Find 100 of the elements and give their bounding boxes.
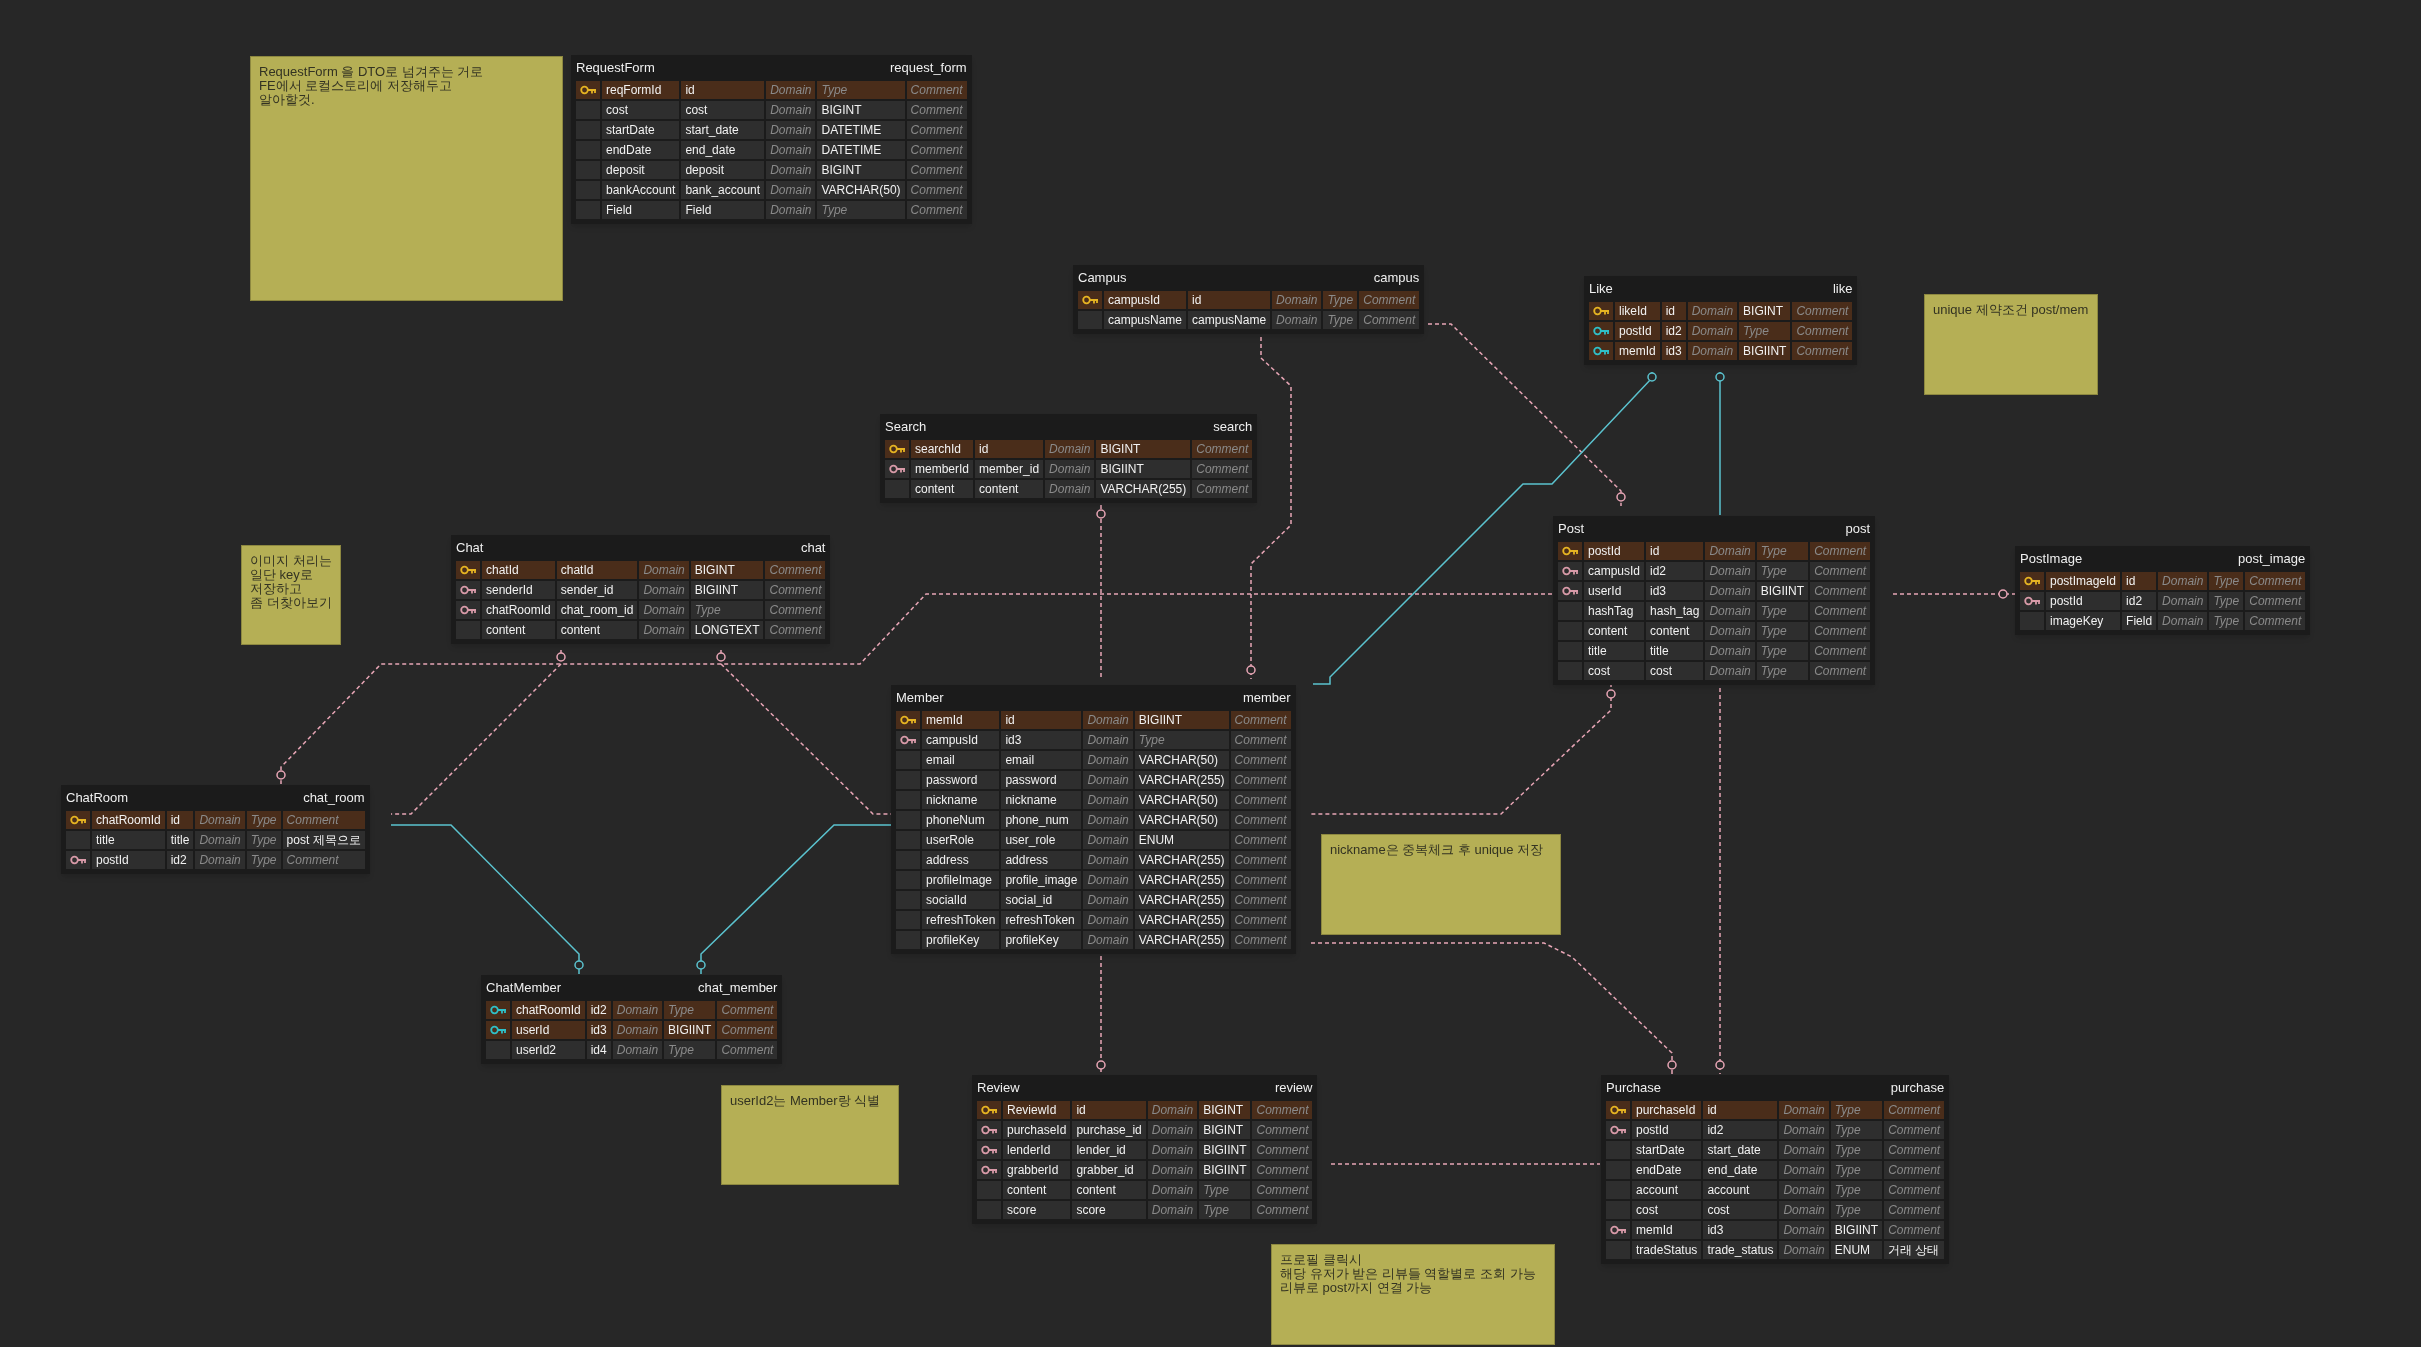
sticky-note[interactable]: 프로필 클릭시 해당 유저가 받은 리뷰들 역할별로 조회 가능 리뷰로 post까지 연결 가능 [1271, 1244, 1555, 1345]
table-cell: Domain [1147, 1161, 1198, 1179]
table-cell: Comment [1192, 460, 1253, 478]
table-cell: Comment [906, 201, 967, 219]
table-cell: BIGIINT [1199, 1141, 1251, 1159]
table-cell: Domain [1083, 831, 1133, 849]
table-cell: Comment [906, 181, 967, 199]
sticky-note[interactable]: unique 제약조건 post/mem [1924, 294, 2098, 395]
table-cell: Domain [1083, 771, 1133, 789]
table-cell: BIGIINT [1739, 342, 1791, 360]
key-icon [888, 464, 906, 474]
entity-table[interactable] [891, 685, 1296, 954]
table-cell: BIGIINT [1134, 711, 1229, 729]
table-cell: chatId [482, 561, 555, 579]
table-cell: Comment [1252, 1201, 1313, 1219]
table-cell: cost [1632, 1201, 1702, 1219]
table-cell: memId [1632, 1221, 1702, 1239]
table-cell: purchaseId [1003, 1121, 1071, 1139]
table-cell: id3 [1661, 342, 1686, 360]
table-cell: Comment [1884, 1101, 1945, 1119]
table-cell: Comment [1252, 1101, 1313, 1119]
table-name: Like [1589, 280, 1613, 299]
table-cell: address [922, 851, 1000, 869]
table-physical-name: like [1832, 280, 1853, 299]
table-cell: likeId [1615, 302, 1660, 320]
table-name: RequestForm [576, 59, 655, 78]
table-cell: Comment [1792, 342, 1853, 360]
table-cell: 거래 상태 [1884, 1241, 1945, 1259]
table-cell: Type [1830, 1101, 1883, 1119]
entity-table[interactable] [972, 1075, 1318, 1224]
table-cell: Comment [1810, 542, 1871, 560]
table-cell: startDate [1632, 1141, 1702, 1159]
table-cell: Type [1756, 642, 1809, 660]
entity-table[interactable]: Like like likeId id Domain BIGINT Comment postId id2 Domain Type Comment memId id3 Domain BIGIINT Comment [1584, 276, 1858, 365]
table-cell: Comment [1792, 302, 1853, 320]
table-cell: Type [1830, 1121, 1883, 1139]
table-cell: Field [602, 201, 680, 219]
sticky-note[interactable]: RequestForm 을 DTO로 넘겨주는 거로 FE에서 로컬스토리에 저장해두고 알아할것. [250, 56, 563, 301]
table-cell: content [911, 480, 974, 498]
table-cell: Comment [1230, 891, 1291, 909]
table-cell: Domain [1083, 851, 1133, 869]
table-cell: Domain [1705, 642, 1755, 660]
table-cell: Type [2209, 572, 2244, 590]
entity-table[interactable]: ChatRoom chat_room chatRoomId id Domain Type Comment title title Domain Type post 제목으로 postId id2 Domain Type Comment [61, 785, 370, 874]
table-cell: Type [1756, 602, 1809, 620]
table-cell: Comment [2245, 612, 2306, 630]
table-cell: Domain [1687, 302, 1738, 320]
table-cell: id3 [586, 1021, 611, 1039]
table-cell: BIGINT [690, 561, 764, 579]
table-cell: Domain [639, 581, 689, 599]
table-cell: postId [92, 851, 165, 869]
key-icon [459, 565, 477, 575]
entity-table[interactable] [1601, 1075, 1950, 1264]
table-cell: Field [2122, 612, 2157, 630]
sticky-note[interactable]: nickname은 중복체크 후 unique 저장 [1321, 834, 1561, 935]
table-cell: Domain [1779, 1101, 1829, 1119]
table-cell: trade_status [1703, 1241, 1778, 1259]
key-icon [1609, 1225, 1627, 1235]
table-physical-name: campus [1373, 269, 1420, 288]
table-name: Post [1558, 520, 1584, 539]
key-icon [980, 1145, 998, 1155]
table-cell: Domain [1779, 1161, 1829, 1179]
table-cell: Domain [766, 181, 816, 199]
table-cell: Domain [1083, 711, 1133, 729]
key-icon [899, 715, 917, 725]
table-cell: id [1646, 542, 1704, 560]
table-cell: content [975, 480, 1044, 498]
sticky-note[interactable]: userId2는 Member랑 식별 [721, 1085, 899, 1185]
table-cell: id4 [586, 1041, 611, 1059]
table-cell: Comment [906, 101, 967, 119]
table-cell: grabber_id [1072, 1161, 1146, 1179]
entity-table[interactable]: Search search searchId id Domain BIGINT Comment memberId member_id Domain BIGIINT Comment content content Domain VARCHAR(255) Comment [880, 414, 1258, 503]
entity-table[interactable]: Campus campus campusId id Domain Type Comment campusName campusName Domain Type Comment [1073, 265, 1425, 334]
table-cell: phoneNum [922, 811, 1000, 829]
entity-table[interactable] [571, 55, 972, 224]
table-cell: startDate [602, 121, 680, 139]
table-cell: Comment [1359, 311, 1420, 329]
table-cell: VARCHAR(255) [1134, 931, 1229, 949]
table-cell: deposit [681, 161, 765, 179]
entity-table[interactable]: ChatMember chat_member chatRoomId id2 Domain Type Comment userId id3 Domain BIGIINT Comment userId2 id4 Domain Type Comment [481, 975, 783, 1064]
table-cell: VARCHAR(255) [1134, 911, 1229, 929]
table-cell: Type [664, 1041, 716, 1059]
key-icon [69, 815, 87, 825]
table-cell: reqFormId [602, 81, 680, 99]
entity-table[interactable]: Chat chat chatId chatId Domain BIGINT Comment senderId sender_id Domain BIGIINT Comment chatRoomId chat_room_id Domain Type Comment content content Domain LONGTEXT Comment [451, 535, 831, 644]
table-cell: Type [1830, 1141, 1883, 1159]
table-cell: sender_id [556, 581, 638, 599]
table-physical-name: search [1213, 418, 1253, 437]
table-physical-name: review [1274, 1079, 1313, 1098]
table-cell: chatId [556, 561, 638, 579]
table-cell: Domain [1147, 1141, 1198, 1159]
table-cell: Domain [1083, 791, 1133, 809]
sticky-note[interactable]: 이미지 처리는 일단 key로 저장하고 좀 더찾아보기 [241, 545, 341, 645]
table-name: Review [977, 1079, 1020, 1098]
table-cell: Comment [1884, 1181, 1945, 1199]
table-cell: id2 [2122, 592, 2157, 610]
entity-table[interactable] [1553, 516, 1876, 685]
table-cell: Comment [906, 141, 967, 159]
table-cell: Domain [1779, 1121, 1829, 1139]
entity-table[interactable]: PostImage post_image postImageId id Domain Type Comment postId id2 Domain Type Comment imageKey Field Domain Type Comment [2015, 546, 2311, 635]
